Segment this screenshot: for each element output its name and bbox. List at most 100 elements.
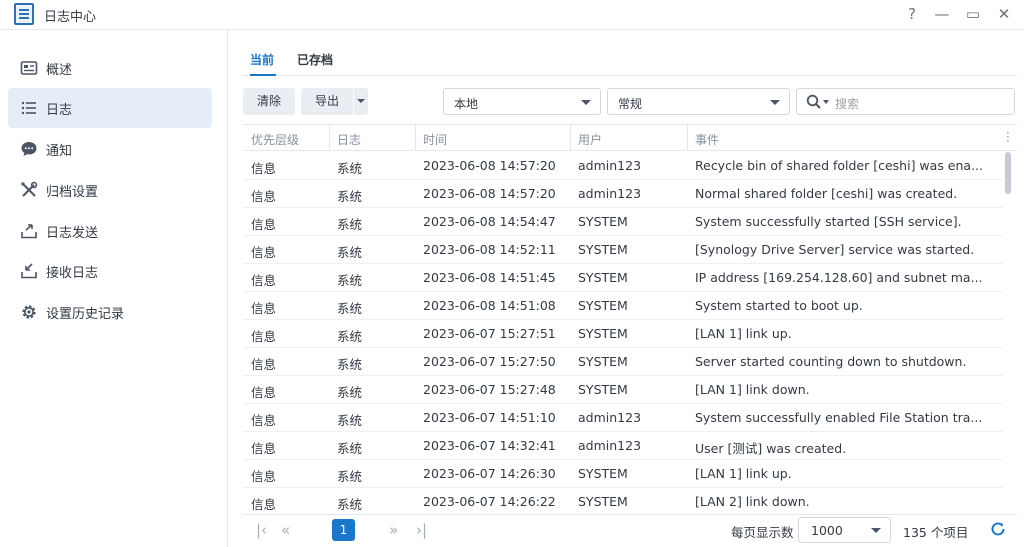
cell-user: SYSTEM (578, 298, 628, 313)
cell-level: 信息 (251, 161, 277, 176)
cell-event: Normal shared folder [ceshi] was created… (695, 186, 958, 201)
minimize-icon[interactable]: — (931, 3, 953, 25)
table-row[interactable]: 信息 系统 2023-06-07 14:32:41 admin123 User [测试]… (243, 432, 1003, 460)
chevron-down-icon (770, 100, 780, 105)
pagination-bar: |‹ « 1 » ›| 每页显示数 1000 135 个项目 (243, 514, 1017, 547)
cell-event: User [测试] was created. (695, 441, 847, 456)
sidebar-item-label: 概述 (46, 63, 73, 78)
cell-time: 2023-06-07 14:32:41 (423, 438, 556, 453)
caret-down-icon (357, 99, 365, 103)
cell-log: 系统 (337, 273, 363, 288)
sidebar-item-receive-log[interactable]: 接收日志 (8, 251, 212, 291)
table-row[interactable]: 信息 系统 2023-06-07 14:26:30 SYSTEM [LAN 1] lin… (243, 460, 1003, 488)
table-row[interactable]: 信息 系统 2023-06-07 15:27:48 SYSTEM [LAN 1] lin… (243, 376, 1003, 404)
sidebar-item-notification[interactable]: 通知 (8, 129, 212, 169)
cell-level: 信息 (251, 413, 277, 428)
current-page-button[interactable]: 1 (332, 519, 355, 541)
last-page-icon[interactable]: ›| (416, 521, 427, 539)
first-page-icon[interactable]: |‹ (256, 521, 267, 539)
sidebar-item-log-sending[interactable]: 日志发送 (8, 211, 212, 251)
maximize-icon[interactable]: ▭ (962, 3, 984, 25)
sidebar-item-log[interactable]: 日志 (8, 88, 212, 128)
cell-event: [LAN 2] link down. (695, 494, 810, 509)
download-icon (21, 263, 37, 279)
table-header: 优先层级 日志 时间 用户 事件 · · · (243, 124, 1017, 151)
cell-log: 系统 (337, 245, 363, 260)
cell-user: SYSTEM (578, 354, 628, 369)
log-source-select[interactable]: 本地 (443, 88, 601, 115)
cell-level: 信息 (251, 301, 277, 316)
search-options-caret-icon[interactable] (823, 100, 829, 104)
cell-event: [LAN 1] link up. (695, 326, 792, 341)
cell-time: 2023-06-08 14:57:20 (423, 158, 556, 173)
cell-user: SYSTEM (578, 242, 628, 257)
cell-level: 信息 (251, 245, 277, 260)
cell-level: 信息 (251, 189, 277, 204)
upload-icon (21, 224, 37, 239)
table-row[interactable]: 信息 系统 2023-06-07 15:27:51 SYSTEM [LAN 1] lin… (243, 320, 1003, 348)
cell-user: admin123 (578, 438, 642, 453)
cell-log: 系统 (337, 329, 363, 344)
column-divider[interactable] (329, 125, 330, 151)
cell-time: 2023-06-07 14:26:30 (423, 466, 556, 481)
vertical-scrollbar[interactable] (1005, 152, 1011, 194)
cell-level: 信息 (251, 385, 277, 400)
refresh-icon[interactable] (989, 520, 1007, 538)
tools-icon (21, 181, 38, 197)
cell-time: 2023-06-07 14:26:22 (423, 494, 556, 509)
cell-time: 2023-06-07 15:27:51 (423, 326, 556, 341)
sidebar-item-settings-history[interactable]: 设置历史记录 (8, 292, 212, 332)
column-header-log[interactable]: 日志 (337, 131, 361, 148)
tab-current[interactable]: 当前 (250, 51, 274, 68)
sidebar: 概述 日志 通知 归档设置 日志发送 接收日志 设置历史记录 (0, 30, 228, 547)
cell-log: 系统 (337, 217, 363, 232)
table-row[interactable]: 信息 系统 2023-06-08 14:54:47 SYSTEM System succ… (243, 208, 1003, 236)
export-button[interactable]: 导出 (301, 88, 353, 115)
column-header-event[interactable]: 事件 (695, 131, 719, 148)
column-divider[interactable] (687, 125, 688, 151)
sidebar-item-label: 归档设置 (46, 185, 99, 200)
close-icon[interactable]: ✕ (993, 3, 1015, 25)
search-input[interactable]: 搜索 (796, 88, 1015, 115)
table-row[interactable]: 信息 系统 2023-06-07 14:26:22 SYSTEM [LAN 2] lin… (243, 488, 1003, 514)
cell-user: SYSTEM (578, 214, 628, 229)
window-title: 日志中心 (44, 10, 97, 25)
cell-level: 信息 (251, 273, 277, 288)
cell-log: 系统 (337, 301, 363, 316)
cell-time: 2023-06-07 15:27:48 (423, 382, 556, 397)
table-row[interactable]: 信息 系统 2023-06-08 14:57:20 admin123 Normal sh… (243, 180, 1003, 208)
column-divider[interactable] (570, 125, 571, 151)
sidebar-item-overview[interactable]: 概述 (8, 48, 212, 88)
log-type-select[interactable]: 常规 (607, 88, 790, 115)
column-options-icon[interactable]: · · · (1006, 127, 1010, 147)
cell-time: 2023-06-08 14:57:20 (423, 186, 556, 201)
cell-time: 2023-06-07 15:27:50 (423, 354, 556, 369)
sidebar-item-label: 日志 (46, 103, 73, 118)
previous-page-icon[interactable]: « (281, 521, 290, 539)
chevron-down-icon (871, 528, 881, 533)
clear-button[interactable]: 清除 (243, 88, 295, 115)
cell-level: 信息 (251, 357, 277, 372)
next-page-icon[interactable]: » (389, 521, 398, 539)
sidebar-item-label: 接收日志 (46, 266, 99, 281)
sidebar-item-archive-settings[interactable]: 归档设置 (8, 170, 212, 210)
export-dropdown-button[interactable] (354, 88, 368, 115)
sidebar-item-label: 日志发送 (46, 226, 99, 241)
column-header-level[interactable]: 优先层级 (251, 131, 299, 148)
help-icon[interactable]: ? (901, 3, 923, 25)
cell-time: 2023-06-08 14:52:11 (423, 242, 556, 257)
cell-event: Server started counting down to shutdown… (695, 354, 967, 369)
tab-archived[interactable]: 已存档 (297, 51, 333, 68)
cell-user: SYSTEM (578, 382, 628, 397)
table-row[interactable]: 信息 系统 2023-06-07 15:27:50 SYSTEM Server star… (243, 348, 1003, 376)
column-header-time[interactable]: 时间 (423, 131, 447, 148)
per-page-select[interactable]: 1000 (798, 517, 891, 543)
table-row[interactable]: 信息 系统 2023-06-08 14:57:20 admin123 Recycle b… (243, 152, 1003, 180)
table-row[interactable]: 信息 系统 2023-06-08 14:52:11 SYSTEM [Synology D… (243, 236, 1003, 264)
column-divider[interactable] (415, 125, 416, 151)
table-row[interactable]: 信息 系统 2023-06-07 14:51:10 admin123 System su… (243, 404, 1003, 432)
table-row[interactable]: 信息 系统 2023-06-08 14:51:45 SYSTEM IP address … (243, 264, 1003, 292)
table-row[interactable]: 信息 系统 2023-06-08 14:51:08 SYSTEM System star… (243, 292, 1003, 320)
column-header-user[interactable]: 用户 (578, 131, 602, 148)
cell-event: [LAN 1] link up. (695, 466, 792, 481)
